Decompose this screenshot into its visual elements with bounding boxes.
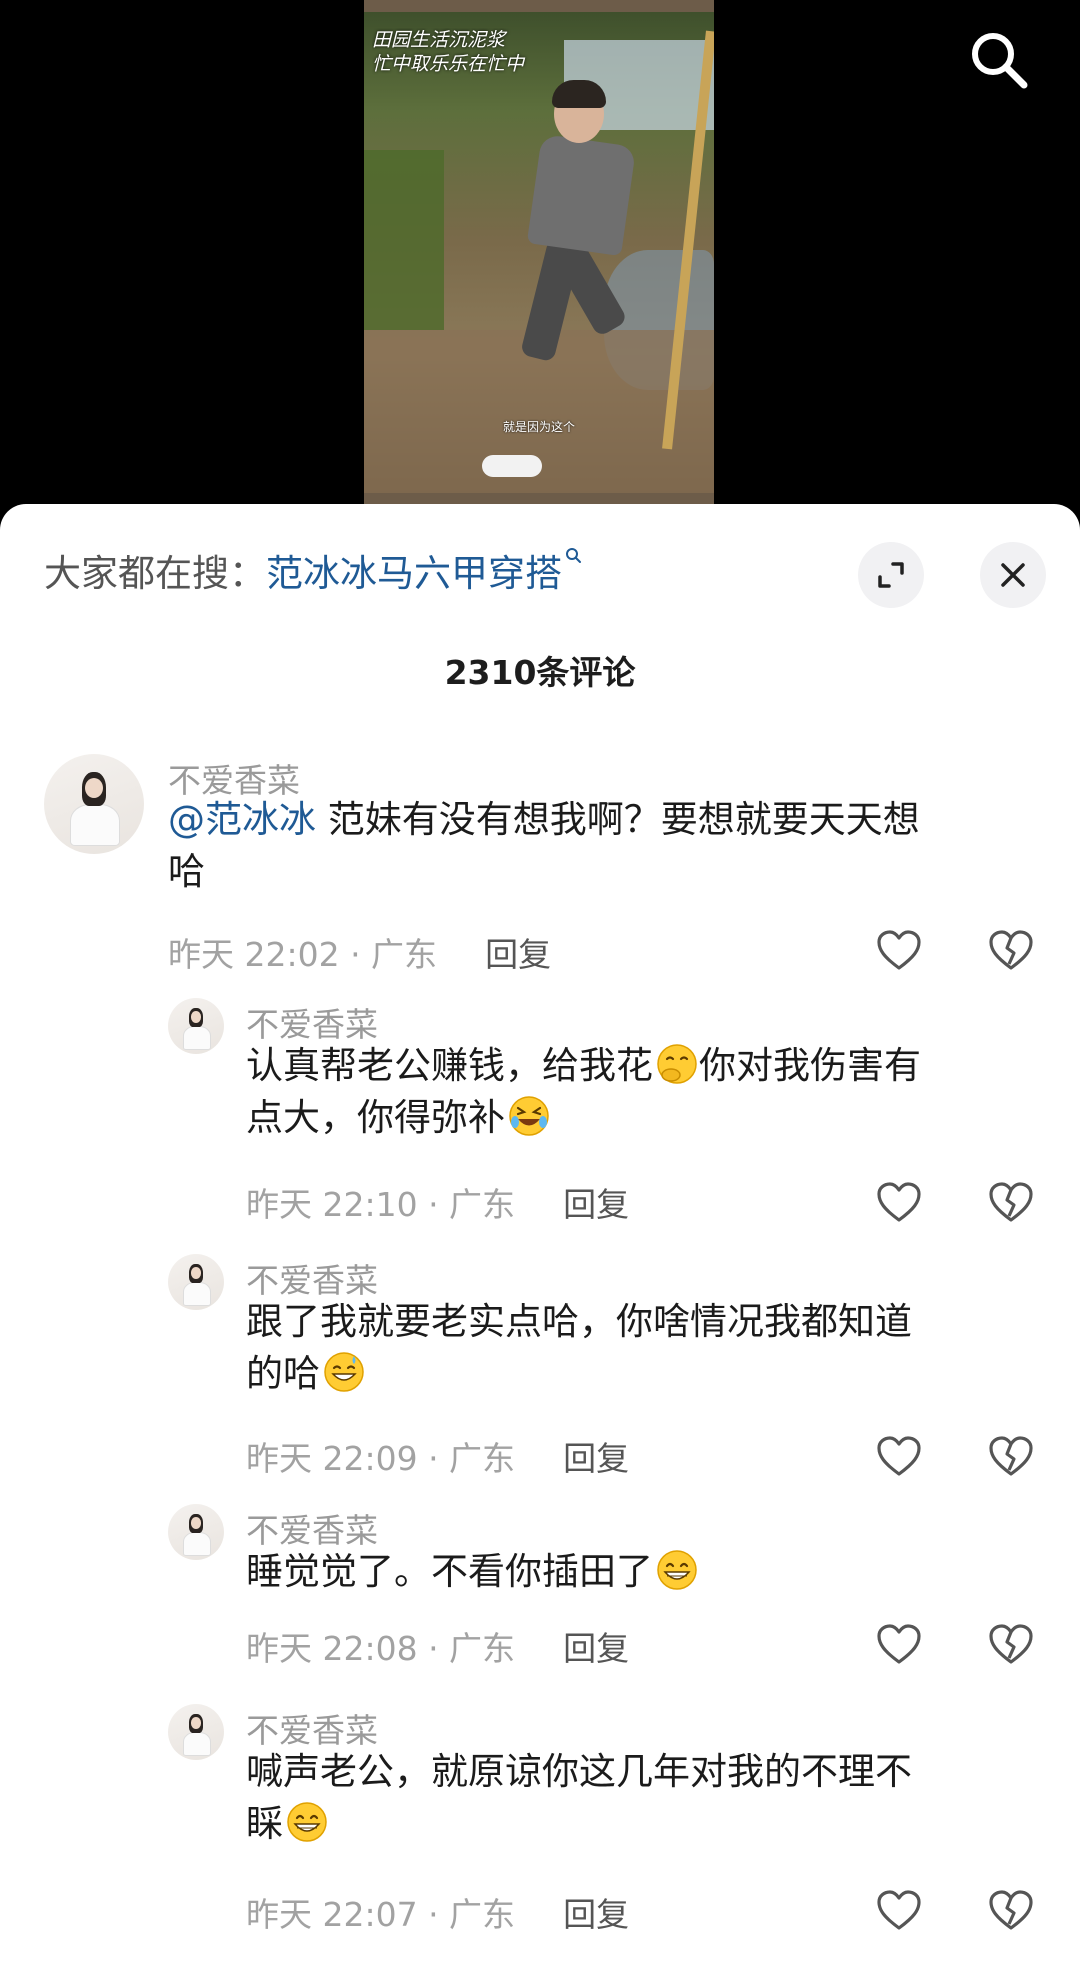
search-button[interactable] xyxy=(967,28,1031,92)
avatar-body xyxy=(182,1532,212,1557)
heart-icon xyxy=(877,1890,921,1930)
comment-meta: 昨天 22:09 · 广东 回复 xyxy=(246,1432,629,1480)
avatar-face xyxy=(190,1267,202,1279)
heart-icon xyxy=(877,930,921,970)
like-button[interactable] xyxy=(874,1178,924,1228)
video-player[interactable]: 田园生活沉泥浆 忙中取乐乐在忙中 就是因为这个 xyxy=(0,0,1080,520)
avatar[interactable] xyxy=(168,998,224,1054)
expand-icon xyxy=(878,562,904,588)
heart-icon xyxy=(877,1182,921,1222)
dislike-button[interactable] xyxy=(986,926,1036,976)
comment-time-location: 昨天 22:02 · 广东 xyxy=(168,935,438,974)
comment-meta: 昨天 22:02 · 广东 回复 xyxy=(168,928,551,976)
comment-text-line: 的哈 xyxy=(246,1352,320,1395)
broken-heart-icon xyxy=(989,1890,1033,1930)
avatar-face xyxy=(190,1517,202,1529)
dislike-button[interactable] xyxy=(986,1620,1036,1670)
comment-text: 认真帮老公赚钱，给我花 你对我伤害有 点大，你得弥补 xyxy=(246,1040,1046,1144)
reply-button[interactable]: 回复 xyxy=(563,1439,629,1478)
comment-text: 睡觉觉了。不看你插田了 xyxy=(246,1546,1046,1598)
comment-time-location: 昨天 22:07 · 广东 xyxy=(246,1895,516,1934)
avatar[interactable] xyxy=(168,1504,224,1560)
comment-time-location: 昨天 22:08 · 广东 xyxy=(246,1629,516,1668)
video-overlay-text: 田园生活沉泥浆 忙中取乐乐在忙中 xyxy=(372,28,707,76)
heart-icon xyxy=(877,1436,921,1476)
hand-over-mouth-emoji-icon xyxy=(657,1044,697,1084)
reply-button[interactable]: 回复 xyxy=(563,1185,629,1224)
grinning-sweat-emoji-icon xyxy=(324,1352,364,1392)
video-person-body xyxy=(526,133,637,257)
comment-username[interactable]: 不爱香菜 xyxy=(246,1254,378,1302)
comment-text-line: 喊声老公，就原谅你这几年对我的不理不 xyxy=(246,1750,912,1793)
like-button[interactable] xyxy=(874,1620,924,1670)
comment-text-line: 睬 xyxy=(246,1802,283,1845)
search-suggestion-prefix: 大家都在搜： xyxy=(44,552,266,595)
reply-button[interactable]: 回复 xyxy=(485,935,551,974)
comment-username[interactable]: 不爱香菜 xyxy=(246,1704,378,1752)
avatar-body xyxy=(70,804,120,846)
avatar-body xyxy=(182,1282,212,1307)
comment-meta: 昨天 22:07 · 广东 回复 xyxy=(246,1888,629,1936)
comment-text: 跟了我就要老实点哈，你啥情况我都知道 的哈 xyxy=(246,1296,1046,1400)
video-frame[interactable]: 田园生活沉泥浆 忙中取乐乐在忙中 就是因为这个 xyxy=(364,0,714,505)
comment-time-location: 昨天 22:10 · 广东 xyxy=(246,1185,516,1224)
avatar-face xyxy=(190,1011,202,1023)
comment-text-line: 点大，你得弥补 xyxy=(246,1096,505,1139)
rolling-laughing-emoji-icon xyxy=(509,1096,549,1136)
avatar[interactable] xyxy=(44,754,144,854)
dislike-button[interactable] xyxy=(986,1178,1036,1228)
comment-text: 喊声老公，就原谅你这几年对我的不理不 睬 xyxy=(246,1746,1046,1850)
avatar-face xyxy=(190,1717,202,1729)
like-button[interactable] xyxy=(874,1886,924,1936)
overlay-line-2: 忙中取乐乐在忙中 xyxy=(372,53,525,75)
avatar[interactable] xyxy=(168,1254,224,1310)
search-icon xyxy=(972,33,1028,89)
reply-button[interactable]: 回复 xyxy=(563,1629,629,1668)
comment-meta: 昨天 22:10 · 广东 回复 xyxy=(246,1178,629,1226)
broken-heart-icon xyxy=(989,930,1033,970)
comment-time-location: 昨天 22:09 · 广东 xyxy=(246,1439,516,1478)
beaming-grin-emoji-icon xyxy=(657,1550,697,1590)
video-person-hair xyxy=(552,80,606,108)
avatar-body xyxy=(182,1026,212,1051)
close-icon xyxy=(1001,563,1025,587)
search-suggestion-link[interactable]: 范冰冰马六甲穿搭 xyxy=(266,552,562,595)
reply-button[interactable]: 回复 xyxy=(563,1895,629,1934)
comment-sheet: 大家都在搜：范冰冰马六甲穿搭 2310条评论 不爱香菜 @范冰冰 范妹有没有想我… xyxy=(0,504,1080,1967)
dislike-button[interactable] xyxy=(986,1432,1036,1482)
comment-username[interactable]: 不爱香菜 xyxy=(246,1504,378,1552)
beaming-grin-emoji-icon xyxy=(287,1802,327,1842)
video-subtitle: 就是因为这个 xyxy=(502,420,575,434)
comment-text-line: 睡觉觉了。不看你插田了 xyxy=(246,1550,653,1593)
comment-count: 2310条评论 xyxy=(444,653,636,692)
dislike-button[interactable] xyxy=(986,1886,1036,1936)
heart-icon xyxy=(877,1624,921,1664)
mention-link[interactable]: @范冰冰 xyxy=(168,798,316,841)
comment-username[interactable]: 不爱香菜 xyxy=(246,998,378,1046)
comment-text-line: 你对我伤害有 xyxy=(699,1044,921,1087)
video-grass xyxy=(364,150,444,330)
avatar-body xyxy=(182,1732,212,1757)
comment-text: @范冰冰 范妹有没有想我啊？要想就要天天想 哈 xyxy=(168,794,1038,898)
broken-heart-icon xyxy=(989,1624,1033,1664)
close-button[interactable] xyxy=(980,542,1046,608)
avatar[interactable] xyxy=(168,1704,224,1760)
film-strip-top xyxy=(364,0,714,12)
broken-heart-icon xyxy=(989,1182,1033,1222)
comment-text-line: 认真帮老公赚钱，给我花 xyxy=(246,1044,653,1087)
small-search-icon xyxy=(566,548,581,563)
avatar-face xyxy=(85,778,103,798)
video-person-shoe xyxy=(482,455,542,477)
expand-button[interactable] xyxy=(858,542,924,608)
like-button[interactable] xyxy=(874,1432,924,1482)
search-suggestion[interactable]: 大家都在搜：范冰冰马六甲穿搭 xyxy=(44,544,582,604)
comment-text-line: 跟了我就要老实点哈，你啥情况我都知道 xyxy=(246,1300,912,1343)
comment-text-line: 哈 xyxy=(168,850,205,893)
comment-text-line: 范妹有没有想我啊？要想就要天天想 xyxy=(316,798,920,841)
broken-heart-icon xyxy=(989,1436,1033,1476)
overlay-line-1: 田园生活沉泥浆 xyxy=(372,29,506,51)
like-button[interactable] xyxy=(874,926,924,976)
comment-meta: 昨天 22:08 · 广东 回复 xyxy=(246,1622,629,1670)
